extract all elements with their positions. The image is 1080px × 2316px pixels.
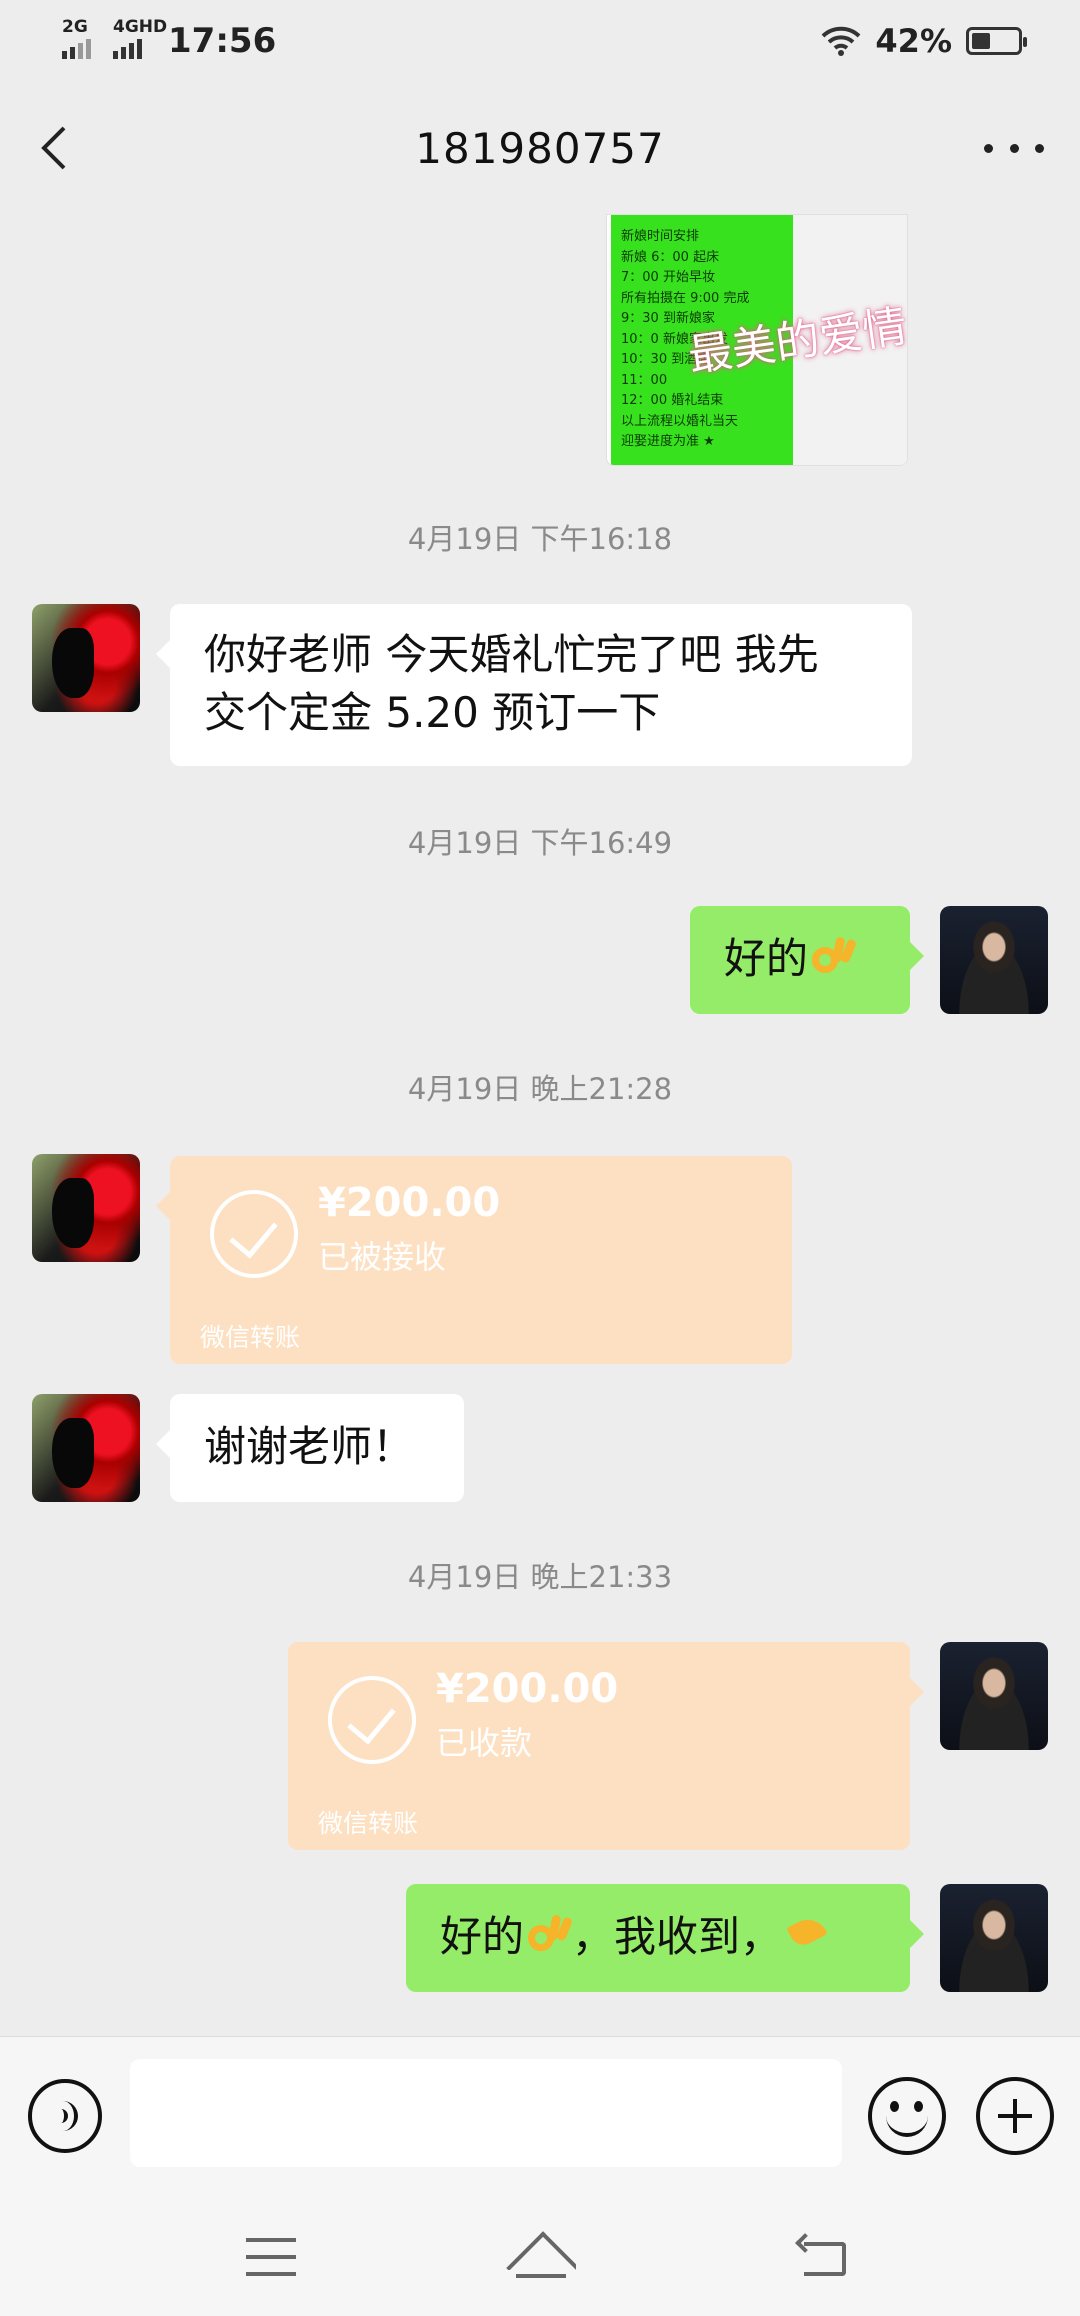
ok-hand-emoji bbox=[524, 1911, 574, 1959]
nav-home-button[interactable] bbox=[506, 2230, 576, 2280]
chat-title: 181980757 bbox=[415, 123, 665, 173]
transfer-card-received[interactable]: ¥200.00 已被接收 微信转账 bbox=[156, 1156, 792, 1364]
more-functions-button[interactable] bbox=[976, 2077, 1054, 2155]
message-bubble-received[interactable]: 你好老师 今天婚礼忙完了吧 我先 交个定金 5.20 预订一下 bbox=[156, 604, 912, 766]
back-button[interactable] bbox=[34, 120, 84, 176]
message-text-line: 交个定金 5.20 预订一下 bbox=[204, 688, 661, 737]
transfer-amount: ¥200.00 bbox=[436, 1666, 619, 1712]
schedule-line: 新娘时间安排 bbox=[621, 229, 700, 244]
battery-icon bbox=[966, 27, 1027, 55]
timestamp: 4月19日 晚上21:33 bbox=[407, 1560, 673, 1594]
chevron-left-icon bbox=[41, 126, 66, 170]
more-dots-icon bbox=[984, 143, 993, 153]
avatar-contact[interactable] bbox=[32, 1154, 140, 1262]
signal-label: 4GHD bbox=[113, 17, 168, 37]
message-text: 谢谢老师！ bbox=[204, 1422, 415, 1471]
check-circle-icon bbox=[328, 1676, 416, 1764]
message-bubble-received[interactable]: 谢谢老师！ bbox=[156, 1394, 464, 1502]
timestamp: 4月19日 下午16:18 bbox=[407, 522, 673, 556]
message-text: 好的 bbox=[440, 1912, 525, 1961]
battery-percent: 42% bbox=[875, 22, 952, 60]
transfer-source: 微信转账 bbox=[318, 1809, 419, 1838]
timestamp: 4月19日 下午16:49 bbox=[407, 826, 673, 860]
message-bubble-sent[interactable]: 好的 bbox=[690, 906, 924, 1014]
image-message[interactable]: 新娘时间安排 新娘 6：00 起床 7：00 开始早妆 所有拍摄在 9:00 完… bbox=[606, 214, 908, 466]
nav-menu-button[interactable] bbox=[246, 2238, 296, 2276]
signal-icon: 2G bbox=[62, 17, 91, 59]
menu-icon bbox=[246, 2238, 296, 2242]
avatar-contact[interactable] bbox=[32, 1394, 140, 1502]
schedule-line: 新娘 6：00 起床 bbox=[621, 249, 720, 265]
transfer-source: 微信转账 bbox=[200, 1323, 301, 1352]
avatar-self[interactable] bbox=[940, 1884, 1048, 1992]
schedule-line: 迎娶进度为准 ★ bbox=[621, 434, 715, 449]
signal-label: 2G bbox=[62, 17, 88, 37]
more-button[interactable] bbox=[984, 126, 1044, 170]
transfer-amount: ¥200.00 bbox=[318, 1180, 501, 1226]
transfer-card-sent[interactable]: ¥200.00 已收款 微信转账 bbox=[288, 1642, 924, 1850]
message-input[interactable] bbox=[130, 2059, 842, 2167]
signal-icon: 4GHD bbox=[113, 17, 167, 59]
input-bar bbox=[0, 2036, 1080, 2196]
schedule-line: 所有拍摄在 9:00 完成 bbox=[621, 290, 750, 306]
status-bar: 2G 4GHD 17:56 42% bbox=[0, 0, 1080, 82]
timestamp: 4月19日 晚上21:28 bbox=[407, 1072, 673, 1106]
ok-hand-emoji bbox=[808, 933, 858, 981]
message-text-line: 你好老师 今天婚礼忙完了吧 我先 bbox=[204, 630, 819, 679]
schedule-line: 以上流程以婚礼当天 bbox=[621, 413, 739, 429]
avatar-self[interactable] bbox=[940, 1642, 1048, 1750]
message-list[interactable]: 新娘时间安排 新娘 6：00 起床 7：00 开始早妆 所有拍摄在 9:00 完… bbox=[0, 214, 1080, 2036]
pray-hands-emoji bbox=[782, 1911, 830, 1959]
transfer-status: 已收款 bbox=[436, 1724, 533, 1762]
home-icon bbox=[506, 2230, 576, 2270]
message-text: 好的 bbox=[724, 934, 809, 983]
schedule-line: 12：00 婚礼结束 bbox=[621, 393, 724, 408]
message-text: ，我收到， bbox=[572, 1912, 783, 1961]
message-bubble-sent[interactable]: 好的 ，我收到， bbox=[406, 1884, 924, 1992]
schedule-line: 7：00 开始早妆 bbox=[621, 270, 715, 285]
avatar-contact[interactable] bbox=[32, 604, 140, 712]
nav-back-button[interactable] bbox=[795, 2233, 848, 2278]
voice-button[interactable] bbox=[28, 2079, 102, 2153]
emoji-button[interactable] bbox=[868, 2077, 946, 2155]
status-right: 42% bbox=[821, 22, 1027, 60]
status-time: 17:56 bbox=[168, 21, 277, 61]
avatar-self[interactable] bbox=[940, 906, 1048, 1014]
battery-fill bbox=[972, 33, 990, 49]
chat-header: 181980757 bbox=[0, 82, 1080, 214]
system-nav-bar bbox=[0, 2196, 1080, 2316]
transfer-status: 已被接收 bbox=[318, 1238, 447, 1276]
wifi-icon bbox=[822, 26, 861, 56]
check-circle-icon bbox=[210, 1190, 298, 1278]
